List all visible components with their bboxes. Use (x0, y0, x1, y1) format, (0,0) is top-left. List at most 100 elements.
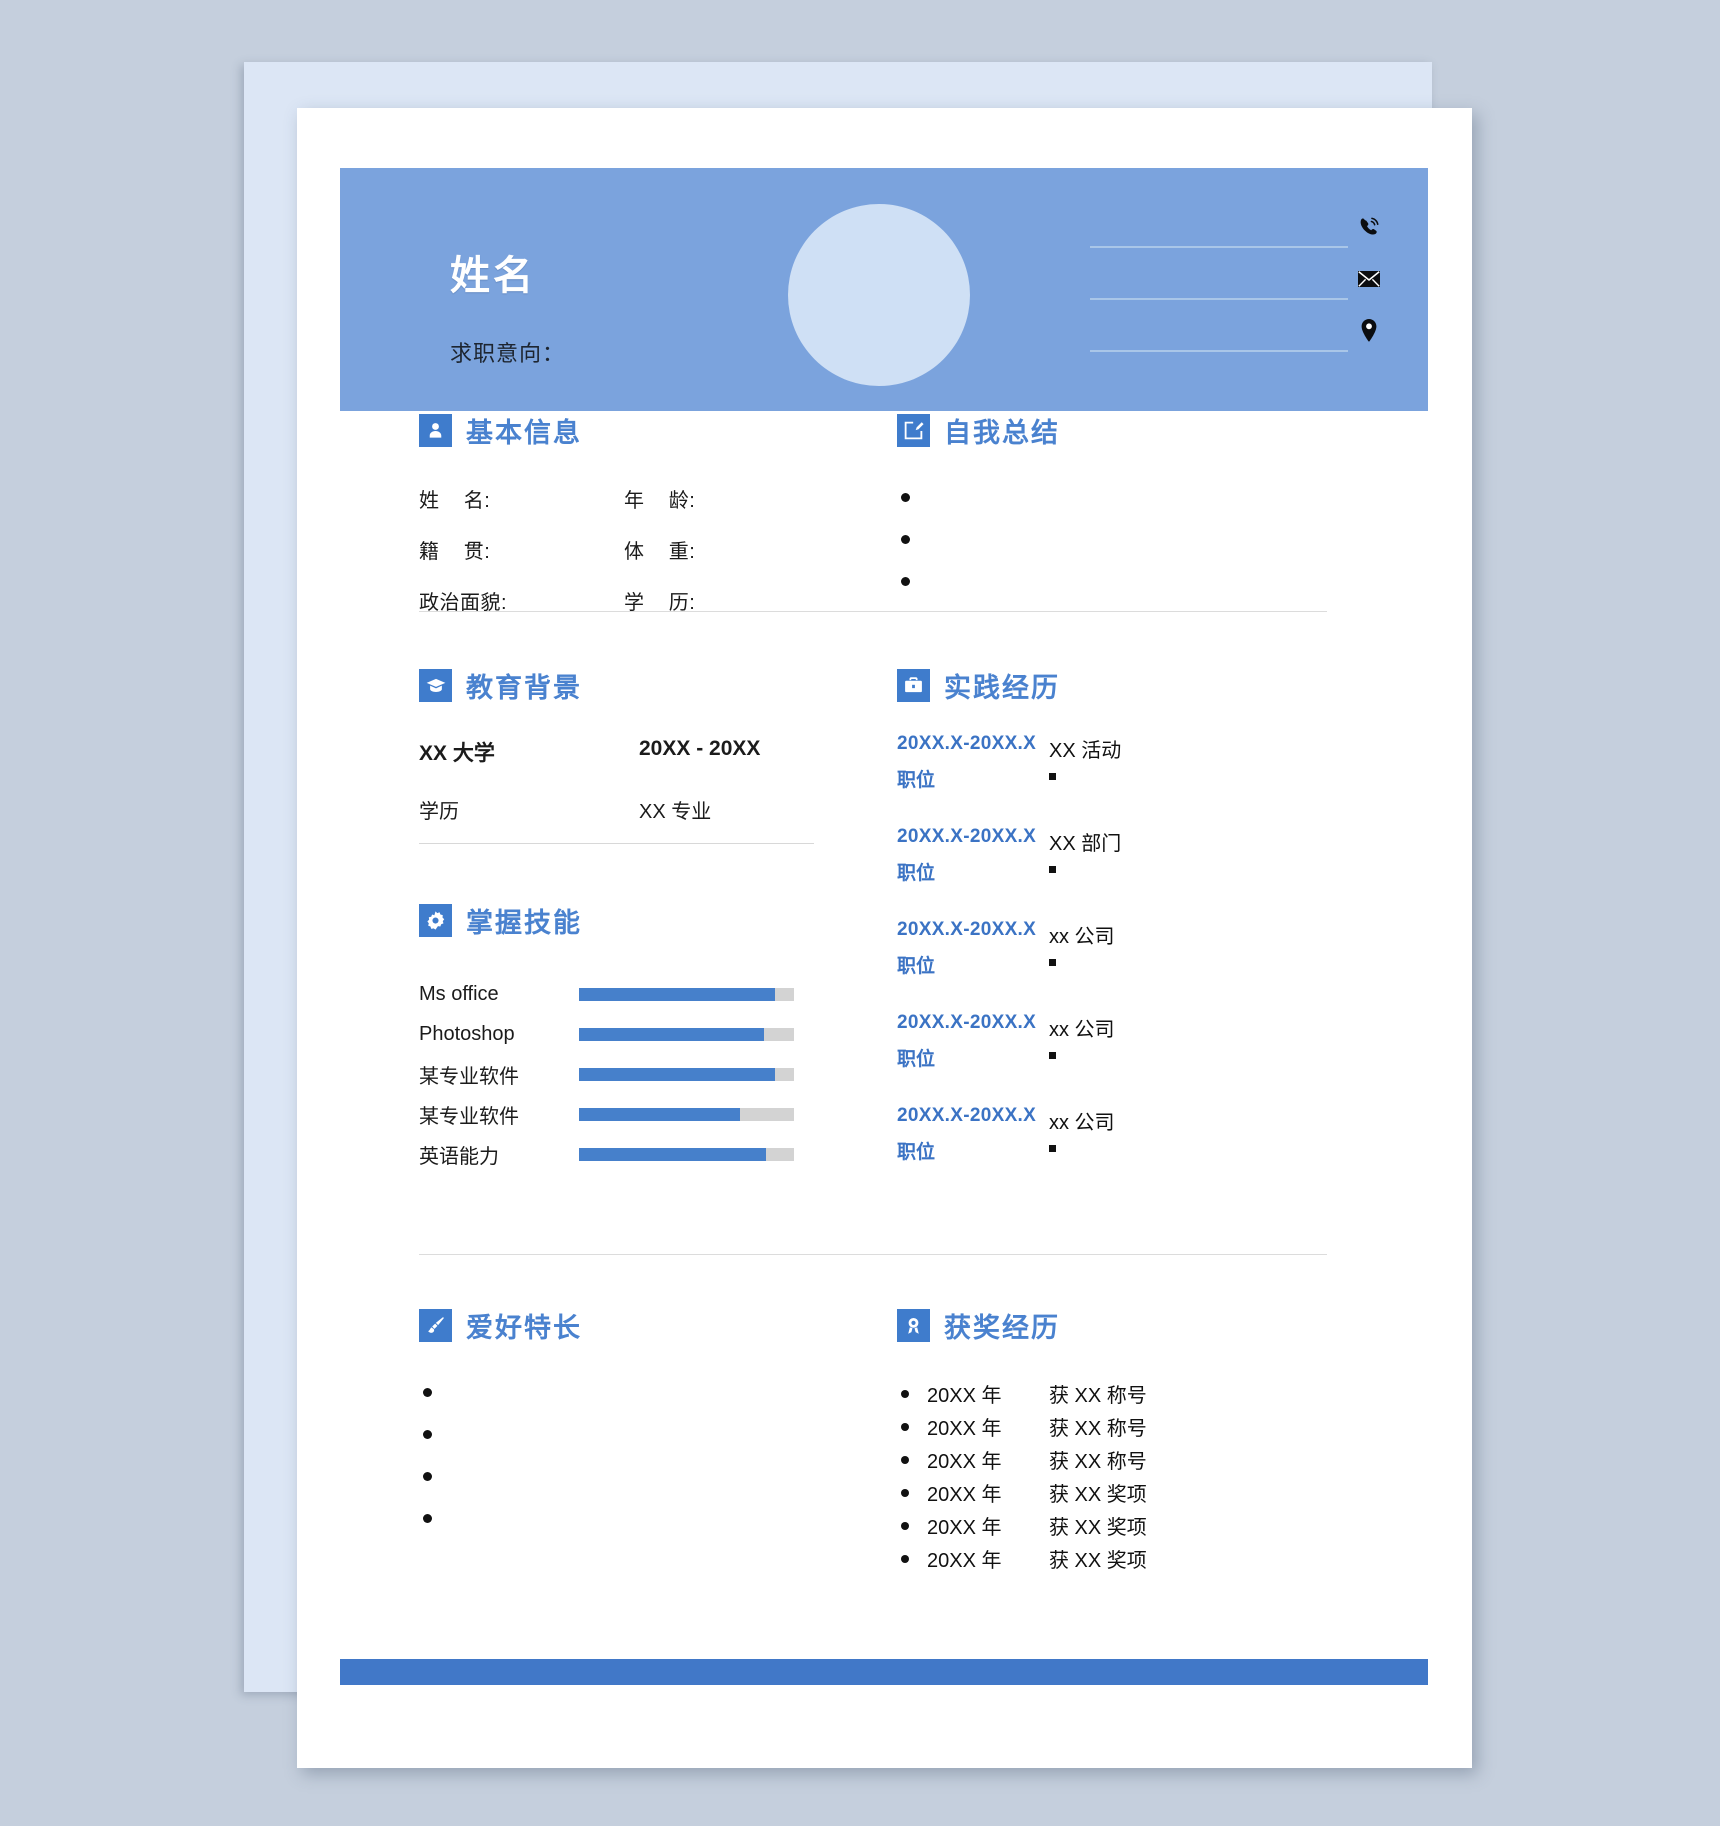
experience-detail-bullet (1049, 773, 1056, 780)
skills-title: 掌握技能 (466, 908, 582, 938)
experience-role: 职位 (897, 770, 936, 791)
skill-label: 某专业软件 (419, 1105, 519, 1128)
education-title: 教育背景 (466, 673, 582, 703)
skill-label: 英语能力 (419, 1145, 499, 1168)
contact-row-location[interactable] (1090, 300, 1380, 352)
experience-role: 职位 (897, 1142, 936, 1163)
list-item[interactable] (897, 486, 1367, 528)
experience-role: 职位 (897, 1049, 936, 1070)
skills-heading: 掌握技能 (419, 901, 859, 940)
skill-label: Ms office (419, 982, 499, 1005)
list-item[interactable] (419, 1507, 859, 1549)
field-label-hometown: 籍 贯: (419, 541, 491, 563)
award-year: 20XX 年 (927, 1385, 1002, 1407)
paintbrush-icon (419, 1309, 452, 1342)
award-row: 20XX 年 获 XX 称号 (897, 1379, 1367, 1412)
skill-label: 某专业软件 (419, 1065, 519, 1088)
skill-row: 英语能力 (419, 1134, 859, 1174)
resume-page: 姓名 求职意向： 基本信息 姓 名: 年 龄: 籍 贯: 体 重: 政治面貌: … (297, 108, 1472, 1768)
experience-date: 20XX.X-20XX.X (897, 1012, 1037, 1033)
list-item[interactable] (897, 570, 1367, 612)
award-year: 20XX 年 (927, 1451, 1002, 1473)
experience-role: 职位 (897, 956, 936, 977)
award-row: 20XX 年 获 XX 奖项 (897, 1544, 1367, 1577)
award-text: 获 XX 奖项 (1049, 1550, 1147, 1572)
resume-header-banner: 姓名 求职意向： (340, 168, 1428, 411)
page-title: 姓名 (450, 254, 536, 298)
skill-progress-track (579, 1107, 794, 1121)
job-objective-label: 求职意向： (450, 341, 566, 366)
resume-body: 基本信息 姓 名: 年 龄: 籍 贯: 体 重: 政治面貌: 学 历: 自我总结… (297, 411, 1472, 1711)
experience-role: 职位 (897, 863, 936, 884)
experience-item: 20XX.X-20XX.X 职位 xx 公司 (897, 1105, 1367, 1198)
experience-item: 20XX.X-20XX.X 职位 XX 部门 (897, 826, 1367, 919)
award-row: 20XX 年 获 XX 称号 (897, 1445, 1367, 1478)
awards-heading: 获奖经历 (897, 1306, 1367, 1345)
skill-progress-fill (579, 1147, 767, 1161)
experience-org: xx 公司 (1049, 1019, 1115, 1041)
skill-progress-fill (579, 1027, 764, 1041)
experience-date: 20XX.X-20XX.X (897, 1105, 1037, 1126)
skill-progress-track (579, 1147, 794, 1161)
contact-row-email[interactable] (1090, 248, 1380, 300)
list-item[interactable] (419, 1465, 859, 1507)
hobbies-bullets (419, 1381, 859, 1549)
list-item[interactable] (419, 1423, 859, 1465)
experience-detail-bullet (1049, 866, 1056, 873)
experience-org: xx 公司 (1049, 1112, 1115, 1134)
experience-item: 20XX.X-20XX.X 职位 xx 公司 (897, 1012, 1367, 1105)
divider-after-education (419, 843, 814, 844)
contact-row-phone[interactable] (1090, 196, 1380, 248)
list-item[interactable] (419, 1381, 859, 1423)
skill-label: Photoshop (419, 1022, 515, 1045)
education-school: XX 大学 (419, 742, 495, 765)
skill-row: 某专业软件 (419, 1094, 859, 1134)
location-icon (1356, 318, 1382, 344)
education-period: 20XX - 20XX (639, 737, 761, 760)
experience-list: 20XX.X-20XX.X 职位 XX 活动 20XX.X-20XX.X 职位 … (897, 733, 1367, 1198)
awards-title: 获奖经历 (944, 1313, 1060, 1343)
section-education: 教育背景 XX 大学 20XX - 20XX 学历 XX 专业 (419, 666, 859, 824)
award-text: 获 XX 称号 (1049, 1451, 1147, 1473)
awards-list: 20XX 年获 XX 称号 20XX 年获 XX 称号 20XX 年获 XX 称… (897, 1379, 1367, 1577)
avatar[interactable] (788, 204, 970, 386)
footer-accent-bar (340, 1659, 1428, 1685)
hobbies-heading: 爱好特长 (419, 1306, 859, 1345)
education-degree: 学历 (419, 801, 459, 823)
award-text: 获 XX 称号 (1049, 1418, 1147, 1440)
award-text: 获 XX 奖项 (1049, 1484, 1147, 1506)
section-self-summary: 自我总结 (897, 411, 1367, 612)
edit-square-icon (897, 414, 930, 447)
education-major: XX 专业 (639, 801, 712, 823)
experience-heading: 实践经历 (897, 666, 1367, 705)
experience-org: XX 部门 (1049, 833, 1122, 855)
award-year: 20XX 年 (927, 1418, 1002, 1440)
list-item[interactable] (897, 528, 1367, 570)
experience-detail-bullet (1049, 1145, 1056, 1152)
section-awards: 获奖经历 20XX 年获 XX 称号 20XX 年获 XX 称号 20XX 年获… (897, 1306, 1367, 1577)
award-row: 20XX 年 获 XX 称号 (897, 1412, 1367, 1445)
experience-date: 20XX.X-20XX.X (897, 733, 1037, 754)
basic-info-fields: 姓 名: 年 龄: 籍 贯: 体 重: 政治面貌: 学 历: (419, 484, 859, 615)
experience-item: 20XX.X-20XX.X 职位 xx 公司 (897, 919, 1367, 1012)
briefcase-icon (897, 669, 930, 702)
field-label-name: 姓 名: (419, 490, 491, 512)
section-hobbies: 爱好特长 (419, 1306, 859, 1549)
basic-info-heading: 基本信息 (419, 411, 859, 450)
award-row: 20XX 年 获 XX 奖项 (897, 1511, 1367, 1544)
section-basic-info: 基本信息 姓 名: 年 龄: 籍 贯: 体 重: 政治面貌: 学 历: (419, 411, 859, 615)
skill-progress-fill (579, 1107, 741, 1121)
gear-icon (419, 904, 452, 937)
experience-item: 20XX.X-20XX.X 职位 XX 活动 (897, 733, 1367, 826)
experience-date: 20XX.X-20XX.X (897, 826, 1037, 847)
skill-progress-track (579, 1067, 794, 1081)
self-summary-bullets (897, 486, 1367, 612)
award-year: 20XX 年 (927, 1517, 1002, 1539)
contact-block (1090, 196, 1380, 386)
graduation-cap-icon (419, 669, 452, 702)
section-experience: 实践经历 20XX.X-20XX.X 职位 XX 活动 20XX.X-20XX.… (897, 666, 1367, 1198)
skill-progress-fill (579, 1067, 775, 1081)
education-rows: XX 大学 20XX - 20XX 学历 XX 专业 (419, 737, 859, 824)
skill-row: 某专业软件 (419, 1054, 859, 1094)
person-icon (419, 414, 452, 447)
